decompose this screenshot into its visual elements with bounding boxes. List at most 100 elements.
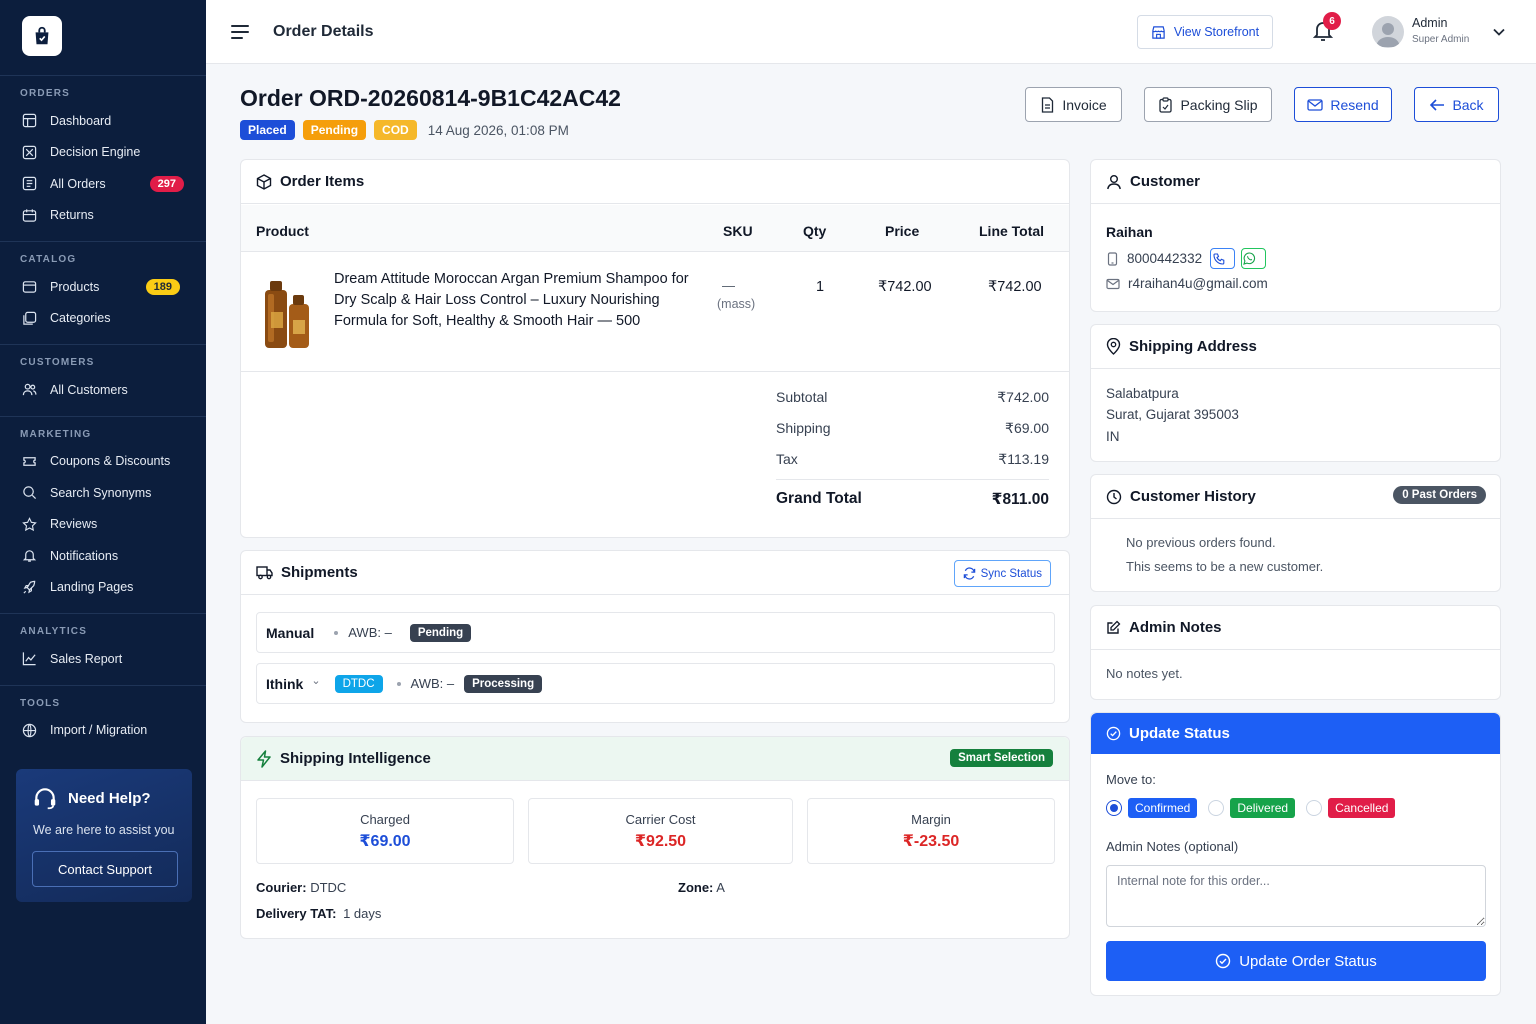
shipping-address-card: Shipping Address Salabatpura Surat, Guja… [1090, 324, 1501, 462]
shipping-intelligence-card: Shipping Intelligence Smart Selection Ch… [240, 736, 1070, 939]
status-options: Confirmed Delivered Cancelled [1106, 798, 1406, 818]
shipping-intelligence-title: Shipping Intelligence [280, 750, 431, 767]
nav-section-title: MARKETING [20, 428, 92, 440]
sync-status-button[interactable]: Sync Status [953, 560, 1051, 587]
radio-delivered[interactable] [1208, 800, 1225, 816]
shipping-address-header: Shipping Address [1091, 325, 1500, 369]
storefront-icon [1152, 25, 1165, 39]
sidebar-item-all-customers[interactable]: All Customers [0, 374, 206, 406]
customers-icon [22, 383, 37, 396]
refresh-icon [963, 567, 975, 580]
shipping-label: Shipping [776, 420, 831, 436]
chevron-down-icon[interactable] [1492, 25, 1506, 39]
sidebar-item-label: All Orders [50, 176, 106, 191]
whatsapp-button[interactable] [1241, 248, 1267, 269]
admin-notes-header: Admin Notes [1091, 606, 1500, 650]
sidebar-item-products[interactable]: Products 189 [0, 271, 206, 303]
mail-icon [1307, 98, 1324, 111]
sidebar-item-coupons[interactable]: Coupons & Discounts [0, 446, 206, 478]
update-status-card: Update Status Move to: Confirmed Deliver… [1090, 712, 1501, 996]
tax-label: Tax [776, 451, 798, 467]
update-order-status-button[interactable]: Update Order Status [1106, 941, 1486, 981]
sidebar-item-notifications[interactable]: Notifications [0, 540, 206, 572]
customer-email[interactable]: r4raihan4u@gmail.com [1128, 276, 1268, 291]
sidebar-item-dashboard[interactable]: Dashboard [0, 105, 206, 137]
sidebar-item-landing-pages[interactable]: Landing Pages [0, 572, 206, 604]
order-items-header: Order Items [241, 160, 1069, 204]
shipment-awb: AWB: – [348, 625, 392, 640]
invoice-button[interactable]: Invoice [1025, 87, 1122, 122]
help-title-text: Need Help? [68, 789, 151, 807]
avatar[interactable] [1372, 16, 1404, 48]
sidebar-item-reviews[interactable]: Reviews [0, 509, 206, 541]
subtotal-row: Subtotal ₹742.00 [776, 389, 1049, 406]
hamburger-menu-icon[interactable] [230, 24, 250, 40]
resend-button[interactable]: Resend [1294, 87, 1392, 122]
sidebar-item-search-synonyms[interactable]: Search Synonyms [0, 477, 206, 509]
chart-icon [22, 652, 36, 666]
sidebar-item-label: Decision Engine [50, 145, 141, 160]
product-name: Dream Attitude Moroccan Argan Premium Sh… [334, 271, 689, 329]
contact-support-button[interactable]: Contact Support [32, 851, 178, 887]
admin-notes-textarea[interactable] [1106, 865, 1486, 927]
sidebar-item-import-migration[interactable]: Import / Migration [0, 715, 206, 747]
customer-email-row: r4raihan4u@gmail.com [1106, 276, 1268, 291]
option-cancelled[interactable]: Cancelled [1328, 798, 1396, 818]
status-check-icon [1106, 726, 1121, 741]
customer-phone-row: 8000442332 [1106, 248, 1267, 269]
help-title: Need Help? [32, 785, 176, 811]
shipment-status-badge: Processing [464, 674, 543, 693]
call-button[interactable] [1210, 248, 1236, 269]
option-delivered[interactable]: Delivered [1230, 798, 1296, 818]
address-line-2: Surat, Gujarat 395003 [1106, 407, 1239, 422]
admin-notes-empty: No notes yet. [1106, 666, 1183, 681]
column-price: Price [885, 223, 920, 239]
payment-badge-cod: COD [374, 120, 417, 140]
shipping-row: Shipping ₹69.00 [776, 420, 1049, 437]
metric-label: Carrier Cost [625, 812, 696, 827]
sidebar-item-categories[interactable]: Categories [0, 303, 206, 335]
option-confirmed[interactable]: Confirmed [1128, 798, 1198, 818]
sidebar-item-all-orders[interactable]: All Orders 297 [0, 168, 206, 200]
sidebar-item-label: Dashboard [50, 113, 112, 128]
courier-info: Courier: DTDC [256, 880, 346, 895]
sidebar-item-returns[interactable]: Returns [0, 200, 206, 232]
nav-section-title: CUSTOMERS [20, 357, 95, 368]
customer-card: Customer Raihan 8000442332 r4raihan4u@gm… [1090, 159, 1501, 312]
product-image[interactable] [259, 278, 313, 350]
packing-slip-button[interactable]: Packing Slip [1144, 87, 1272, 122]
arrow-left-icon [1430, 98, 1445, 111]
carrier-chevron[interactable]: ⌄ [311, 674, 320, 687]
metric-value: ₹-23.50 [902, 833, 960, 850]
coupon-icon [23, 456, 36, 466]
history-new-customer-message: This seems to be a new customer. [1126, 559, 1324, 574]
phone-icon [1213, 252, 1224, 265]
radio-cancelled[interactable] [1306, 800, 1323, 816]
radio-confirmed[interactable] [1106, 800, 1122, 816]
sidebar-item-label: Search Synonyms [50, 485, 152, 500]
decision-engine-icon [22, 145, 37, 159]
address-line-1: Salabatpura [1106, 386, 1179, 401]
admin-notes-label: Admin Notes (optional) [1106, 839, 1239, 854]
back-button[interactable]: Back [1414, 87, 1499, 122]
bell-icon [22, 550, 37, 562]
line-total-value: ₹742.00 [988, 279, 1042, 295]
address-line-3: IN [1106, 429, 1120, 444]
update-status-header: Update Status [1091, 713, 1500, 754]
view-storefront-label: View Storefront [1173, 25, 1260, 39]
admin-notes-card: Admin Notes No notes yet. [1090, 605, 1501, 700]
column-product: Product [256, 223, 309, 239]
sidebar-item-decision-engine[interactable]: Decision Engine [0, 137, 206, 169]
sidebar-item-label: Coupons & Discounts [50, 454, 171, 469]
truck-icon [256, 566, 273, 580]
search-icon [23, 486, 37, 500]
shopping-bag-logo-icon[interactable] [22, 16, 62, 56]
sidebar-item-sales-report[interactable]: Sales Report [0, 643, 206, 675]
grand-total-label: Grand Total [776, 490, 862, 507]
zone-label: Zone: [678, 880, 714, 895]
price-value: ₹742.00 [878, 279, 932, 295]
view-storefront-button[interactable]: View Storefront [1137, 15, 1273, 49]
nav-section-tools: TOOLS Import / Migration [0, 686, 206, 757]
shipment-carrier: Manual [266, 624, 315, 641]
edit-note-icon [1107, 620, 1121, 634]
